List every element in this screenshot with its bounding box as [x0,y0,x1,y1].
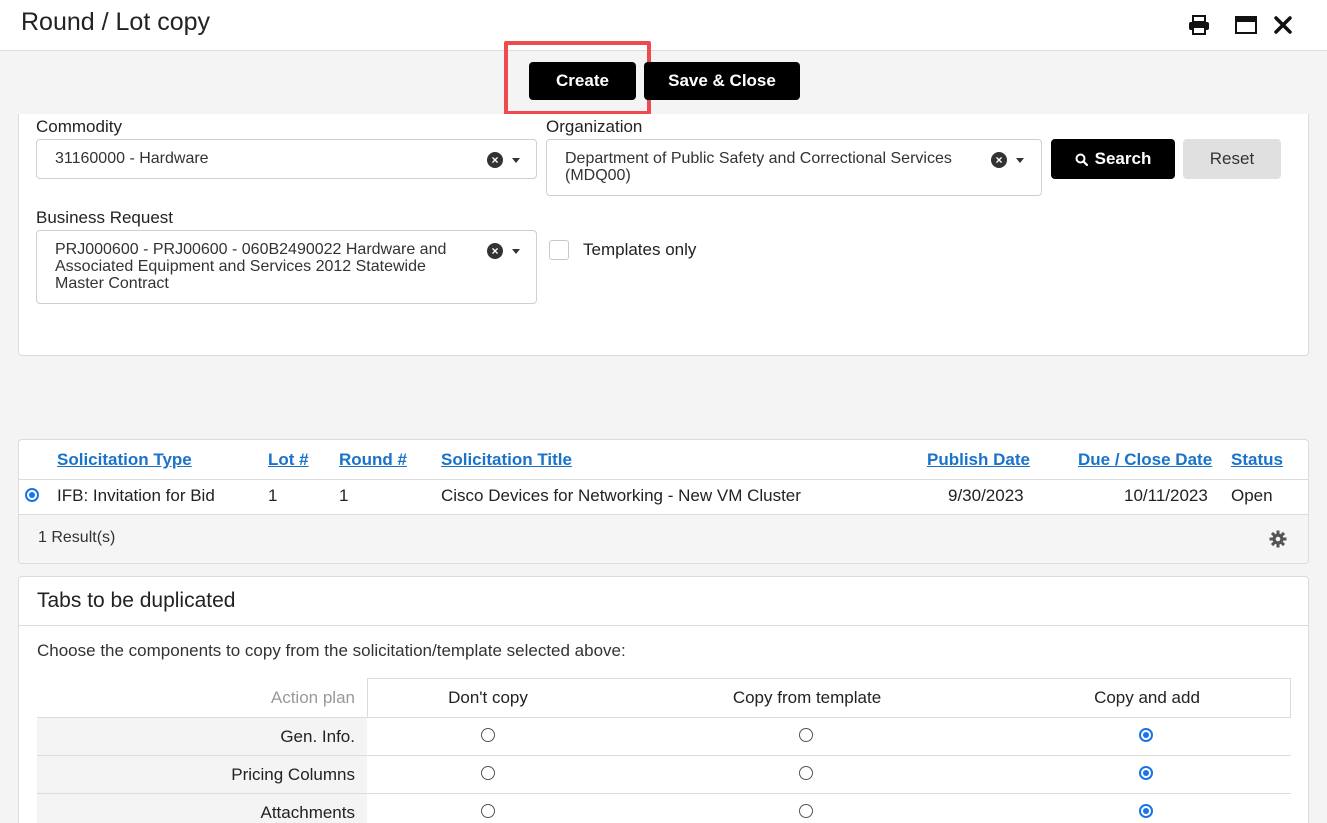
grid-row-attachments: Attachments [37,793,1291,823]
row-label: Pricing Columns [37,756,367,793]
organization-value: Department of Public Safety and Correcti… [565,150,952,184]
gear-icon[interactable] [1269,530,1287,553]
section-divider [19,625,1308,626]
clear-icon[interactable]: × [991,152,1007,168]
clear-icon[interactable]: × [487,152,503,168]
commodity-value: 31160000 - Hardware [55,150,209,167]
close-icon[interactable] [1268,10,1298,40]
radio-copy-from-template[interactable] [799,804,813,818]
grid-row-gen-info: Gen. Info. [37,717,1291,755]
save-close-button[interactable]: Save & Close [644,62,800,100]
maximize-icon[interactable] [1231,10,1261,40]
column-header-status[interactable]: Status [1231,450,1283,470]
footer-divider [19,514,1308,515]
chevron-down-icon[interactable] [512,158,520,163]
row-label: Gen. Info. [37,718,367,755]
window-title: Round / Lot copy [21,8,211,36]
row-label: Attachments [37,794,367,823]
column-header-round[interactable]: Round # [339,450,407,470]
chevron-down-icon[interactable] [1016,158,1024,163]
search-button-label: Search [1094,149,1152,168]
radio-copy-from-template[interactable] [799,728,813,742]
templates-only-label: Templates only [583,240,697,259]
search-icon [1075,153,1088,166]
row-select-radio[interactable] [25,488,39,502]
option-header-dont-copy: Don't copy [448,687,528,707]
organization-select[interactable]: Department of Public Safety and Correcti… [546,139,1042,196]
radio-dont-copy[interactable] [481,766,495,780]
commodity-select[interactable]: 31160000 - Hardware × [36,139,537,179]
column-header-solicitation-type[interactable]: Solicitation Type [57,450,192,470]
search-button[interactable]: Search [1051,139,1175,179]
radio-copy-and-add[interactable] [1139,728,1153,742]
option-header-copy-from-template: Copy from template [732,687,882,707]
business-request-select[interactable]: PRJ000600 - PRJ00600 - 060B2490022 Hardw… [36,230,537,304]
radio-dont-copy[interactable] [481,728,495,742]
results-footer: 1 Result(s) [19,514,1308,563]
business-request-value: PRJ000600 - PRJ00600 - 060B2490022 Hardw… [55,241,447,292]
tabs-duplication-section: Tabs to be duplicated Choose the compone… [18,576,1309,823]
grid-corner-label: Action plan [37,678,367,717]
cell-solicitation-type: IFB: Invitation for Bid [57,486,215,505]
cell-round: 1 [339,486,349,505]
cell-solicitation-title: Cisco Devices for Networking - New VM Cl… [441,486,801,505]
column-header-due-close-date[interactable]: Due / Close Date [1078,450,1212,470]
print-icon[interactable] [1184,10,1214,40]
chevron-down-icon[interactable] [512,249,520,254]
cell-publish-date: 9/30/2023 [948,486,1024,505]
radio-copy-and-add[interactable] [1139,804,1153,818]
column-header-publish-date[interactable]: Publish Date [927,450,1030,470]
cell-status: Open [1231,486,1273,505]
cell-due-date: 10/11/2023 [1124,486,1208,505]
cell-lot: 1 [268,486,278,505]
column-header-solicitation-title[interactable]: Solicitation Title [441,450,572,470]
grid-row-pricing-columns: Pricing Columns [37,755,1291,793]
organization-label: Organization [546,117,643,136]
results-table: Solicitation Type Lot # Round # Solicita… [18,439,1309,564]
option-header-copy-and-add: Copy and add [1094,687,1200,707]
column-header-lot[interactable]: Lot # [268,450,309,470]
results-count: 1 Result(s) [38,529,116,546]
radio-dont-copy[interactable] [481,804,495,818]
commodity-label: Commodity [36,117,122,136]
section-description: Choose the components to copy from the s… [37,641,626,660]
reset-button[interactable]: Reset [1183,139,1281,179]
clear-icon[interactable]: × [487,243,503,259]
templates-only-checkbox[interactable] [549,240,569,260]
row-divider [19,479,1308,480]
section-title: Tabs to be duplicated [37,589,236,612]
create-button[interactable]: Create [529,62,636,100]
business-request-label: Business Request [36,208,174,227]
title-bar: Round / Lot copy [0,0,1327,51]
radio-copy-and-add[interactable] [1139,766,1153,780]
radio-copy-from-template[interactable] [799,766,813,780]
